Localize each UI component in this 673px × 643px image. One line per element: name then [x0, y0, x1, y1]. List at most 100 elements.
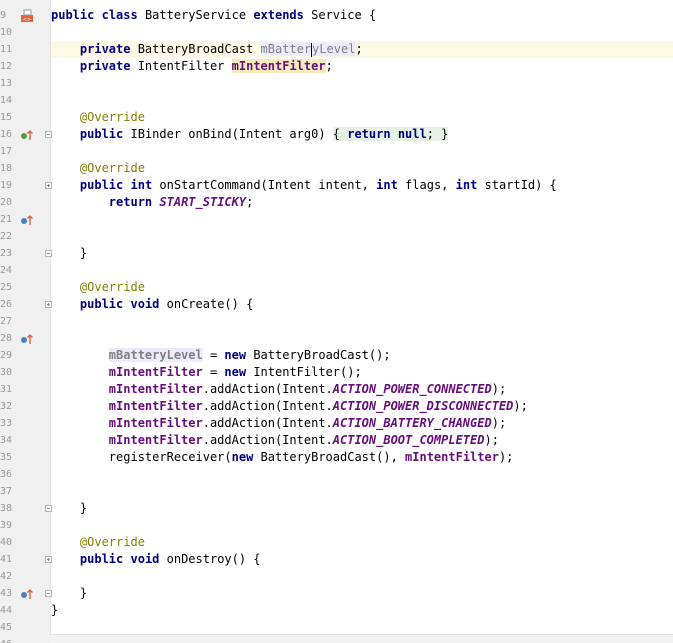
gutter-line: 34	[0, 432, 50, 449]
closing-brace: }	[79, 501, 88, 515]
gutter-line: 18	[0, 160, 50, 177]
constant: ACTION_POWER_CONNECTED	[332, 382, 492, 396]
gutter-line: 10	[0, 24, 50, 41]
fold-toggle[interactable]	[45, 556, 52, 563]
gutter-line: 22	[0, 228, 50, 245]
gutter-line: 30	[0, 364, 50, 381]
field-name: mIntentFilter	[108, 365, 203, 379]
code-line[interactable]: public void onCreate() {	[51, 296, 673, 313]
line-number: 44	[0, 605, 13, 616]
code-text: Service {	[303, 8, 377, 22]
code-line[interactable]: mIntentFilter.addAction(Intent.ACTION_BA…	[51, 415, 673, 432]
class-name: BatteryService	[137, 8, 254, 22]
gutter-line: 44	[0, 602, 50, 619]
keyword: int	[123, 178, 153, 192]
keyword: public	[79, 178, 124, 192]
code-line[interactable]: public int onStartCommand(Intent intent,…	[51, 177, 673, 194]
gutter-line: 39	[0, 517, 50, 534]
gutter-line: 11	[0, 41, 50, 58]
keyword: public	[79, 297, 124, 311]
type-name: IntentFilter	[130, 59, 232, 73]
line-number: 41	[0, 554, 13, 565]
code-line[interactable]: }	[51, 585, 673, 602]
line-number: 45	[0, 622, 13, 633]
line-number: 13	[0, 78, 13, 89]
line-number: 20	[0, 197, 13, 208]
line-number: 12	[0, 61, 13, 72]
fold-toggle[interactable]	[45, 301, 52, 308]
method-signature: onCreate() {	[159, 297, 254, 311]
line-number: 27	[0, 316, 13, 327]
code-line[interactable]: mBatteryLevel = new BatteryBroadCast();	[51, 347, 673, 364]
keyword: return	[347, 127, 391, 141]
field-name: mIntentFilter	[405, 450, 499, 464]
code-line[interactable]: }	[51, 245, 673, 262]
code-line[interactable]: return START_STICKY;	[51, 194, 673, 211]
code-line[interactable]: @Override	[51, 109, 673, 126]
fold-toggle[interactable]	[45, 250, 52, 257]
type-name: BatteryBroadCast	[130, 42, 261, 56]
gutter-line: 36	[0, 466, 50, 483]
override-method-icon[interactable]	[20, 330, 34, 347]
closing-brace: }	[79, 586, 88, 600]
line-number: 46	[0, 636, 12, 643]
code-line[interactable]: private IntentFilter mIntentFilter;	[51, 58, 673, 75]
override-method-icon[interactable]	[20, 211, 34, 228]
keyword: class	[101, 8, 138, 22]
gutter-line: 32	[0, 398, 50, 415]
line-number: 24	[0, 265, 13, 276]
keyword: new	[231, 450, 254, 464]
code-line[interactable]: @Override	[51, 534, 673, 551]
line-number: 22	[0, 231, 13, 242]
gutter-line: 29	[0, 347, 50, 364]
fold-toggle[interactable]	[45, 131, 52, 138]
line-number: 29	[0, 350, 13, 361]
fold-toggle[interactable]	[45, 590, 52, 597]
line-number: 28	[0, 333, 13, 344]
code-line[interactable]: public class BatteryService extends Serv…	[51, 7, 673, 24]
line-number: 37	[0, 486, 13, 497]
line-number: 18	[0, 163, 13, 174]
code-line[interactable]: @Override	[51, 279, 673, 296]
gutter-line: 20	[0, 194, 50, 211]
closing-brace: }	[79, 246, 88, 260]
gutter-line: 41	[0, 551, 50, 568]
code-line[interactable]: mIntentFilter.addAction(Intent.ACTION_PO…	[51, 398, 673, 415]
gutter-line: 31	[0, 381, 50, 398]
method-signature: onDestroy() {	[159, 552, 261, 566]
editor-gutter: 9 10 11 12 13 14 15 16 17 18 19 20 21 22 23 24 25 26 27 28 2…	[0, 0, 51, 643]
line-number: 17	[0, 146, 13, 157]
line-number: 31	[0, 384, 13, 395]
folded-region[interactable]: { return null; }	[332, 127, 449, 141]
code-line[interactable]: mIntentFilter = new IntentFilter();	[51, 364, 673, 381]
code-line[interactable]: }	[51, 602, 673, 619]
override-method-icon[interactable]	[20, 585, 34, 602]
field-name-highlighted: mBatteryLevel	[108, 348, 203, 362]
line-number: 35	[0, 452, 13, 463]
gutter-line: 26	[0, 296, 50, 313]
code-line[interactable]: @Override	[51, 160, 673, 177]
line-number: 40	[0, 537, 13, 548]
code-line[interactable]: }	[51, 500, 673, 517]
horizontal-scrollbar[interactable]	[50, 634, 673, 643]
code-line[interactable]: registerReceiver(new BatteryBroadCast(),…	[51, 449, 673, 466]
gutter-line: 37	[0, 483, 50, 500]
code-line[interactable]: mIntentFilter.addAction(Intent.ACTION_PO…	[51, 381, 673, 398]
code-line[interactable]: public void onDestroy() {	[51, 551, 673, 568]
keyword: int	[455, 178, 478, 192]
line-number: 16	[0, 129, 13, 140]
line-number: 42	[0, 571, 13, 582]
field-name-warning: mIntentFilter	[231, 59, 326, 73]
gutter-line: 38	[0, 500, 50, 517]
gutter-line: 23	[0, 245, 50, 262]
fold-toggle[interactable]	[45, 505, 52, 512]
code-editor[interactable]: 9 10 11 12 13 14 15 16 17 18 19 20 21 22 23 24 25 26 27 28 2…	[0, 0, 673, 643]
code-line-current[interactable]: private BatteryBroadCast mBatteryLevel;	[51, 41, 673, 58]
code-line[interactable]: mIntentFilter.addAction(Intent.ACTION_BO…	[51, 432, 673, 449]
fold-toggle[interactable]	[45, 182, 52, 189]
code-line[interactable]: public IBinder onBind(Intent arg0) { ret…	[51, 126, 673, 143]
keyword: null	[397, 127, 427, 141]
override-method-icon[interactable]	[20, 126, 34, 143]
line-number: 21	[0, 214, 13, 225]
annotation: @Override	[79, 535, 145, 549]
